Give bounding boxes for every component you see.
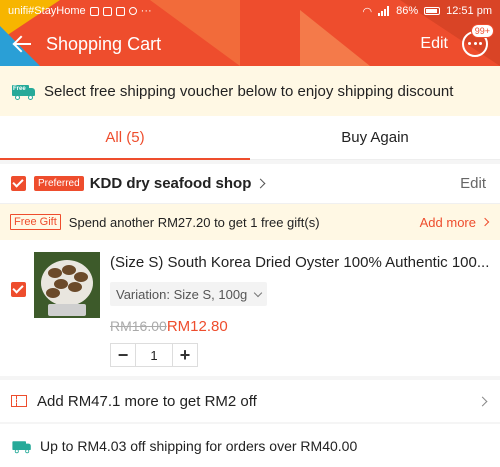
shop-voucher-row[interactable]: Add RM47.1 more to get RM2 off — [0, 380, 500, 422]
shipping-offer-text: Up to RM4.03 off shipping for orders ove… — [40, 437, 358, 454]
shop-name-link[interactable]: KDD dry seafood shop — [90, 175, 252, 192]
carrier-label: unifi#StayHome — [8, 5, 86, 17]
free-gift-row: Free Gift Spend another RM27.20 to get 1… — [0, 204, 500, 240]
back-arrow-icon[interactable] — [12, 34, 32, 54]
chevron-right-icon — [477, 396, 488, 406]
free-shipping-banner[interactable]: Free Select free shipping voucher below … — [0, 66, 500, 116]
facebook-icon — [115, 6, 125, 16]
increase-quantity-button[interactable]: + — [173, 344, 197, 366]
shipping-offer-row: Up to RM4.03 off shipping for orders ove… — [0, 424, 500, 467]
decrease-quantity-button[interactable]: − — [111, 344, 135, 366]
price-group: RM16.00 RM12.80 — [110, 318, 228, 335]
quantity-input[interactable]: 1 — [135, 344, 173, 366]
tab-all[interactable]: All (5) — [0, 116, 250, 160]
cart-tabs: All (5) Buy Again — [0, 116, 500, 160]
notification-icon — [89, 6, 99, 16]
sale-price: RM12.80 — [166, 318, 228, 335]
free-shipping-truck-icon: Free — [12, 83, 36, 100]
voucher-icon — [11, 395, 27, 407]
voucher-text: Add RM47.1 more to get RM2 off — [37, 392, 257, 410]
shop-edit-button[interactable]: Edit — [460, 175, 486, 192]
free-gift-tag: Free Gift — [10, 214, 61, 230]
chat-badge: 99+ — [470, 24, 494, 38]
add-more-link[interactable]: Add more — [420, 215, 490, 230]
notification-icon — [102, 6, 112, 16]
free-shipping-truck-icon — [12, 439, 31, 453]
product-thumbnail[interactable] — [34, 252, 100, 318]
cart-item: (Size S) South Korea Dried Oyster 100% A… — [0, 240, 500, 376]
chevron-down-icon — [254, 288, 263, 297]
more-notifications-icon: ··· — [140, 5, 152, 17]
tab-buy-again[interactable]: Buy Again — [250, 116, 500, 159]
wifi-icon: ◠ — [362, 5, 373, 18]
free-gift-text: Spend another RM27.20 to get 1 free gift… — [68, 214, 320, 230]
battery-icon — [424, 7, 441, 15]
shop-header: Preferred KDD dry seafood shop Edit — [0, 164, 500, 204]
chat-icon[interactable]: 99+ — [462, 24, 494, 57]
edit-cart-button[interactable]: Edit — [420, 35, 448, 53]
battery-percent: 86% — [396, 5, 419, 17]
product-title[interactable]: (Size S) South Korea Dried Oyster 100% A… — [110, 254, 490, 271]
signal-icon — [378, 6, 390, 16]
app-header: unifi#StayHome ··· ◠ 86% 12:51 pm Shoppi… — [0, 0, 500, 66]
notification-icon — [128, 7, 137, 15]
free-shipping-banner-text: Select free shipping voucher below to en… — [44, 82, 454, 100]
shop-select-checkbox[interactable] — [11, 176, 26, 191]
quantity-stepper: − 1 + — [110, 343, 198, 367]
clock: 12:51 pm — [446, 5, 492, 17]
chevron-right-icon — [255, 178, 266, 189]
preferred-badge: Preferred — [34, 176, 84, 191]
chevron-right-icon — [480, 217, 490, 227]
app-bar: Shopping Cart Edit 99+ — [0, 22, 500, 66]
item-select-checkbox[interactable] — [11, 282, 26, 297]
variation-selector[interactable]: Variation: Size S, 100g — [110, 282, 268, 306]
shop-section: Preferred KDD dry seafood shop Edit Free… — [0, 164, 500, 376]
original-price: RM16.00 — [110, 318, 167, 334]
status-bar: unifi#StayHome ··· ◠ 86% 12:51 pm — [0, 0, 500, 22]
page-title: Shopping Cart — [46, 33, 162, 54]
